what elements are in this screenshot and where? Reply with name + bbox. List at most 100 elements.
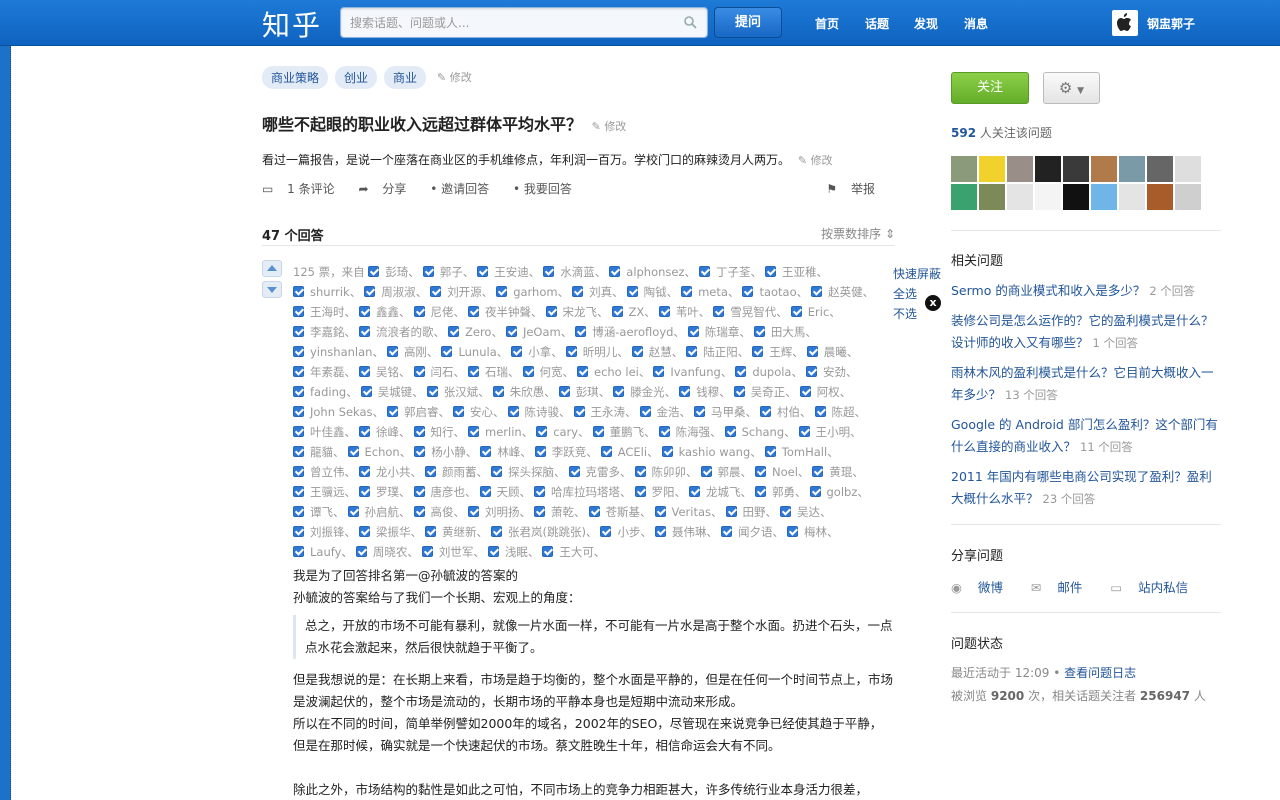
write-answer-link[interactable]: • 我要回答 bbox=[513, 182, 582, 196]
voter-item[interactable]: 王骥远、 bbox=[293, 482, 356, 502]
voter-checkbox[interactable] bbox=[764, 446, 776, 457]
voter-checkbox[interactable] bbox=[631, 346, 643, 357]
voter-item[interactable]: 水滴蓝、 bbox=[543, 262, 606, 282]
voter-item[interactable]: yinshanlan、 bbox=[293, 342, 384, 362]
voter-checkbox[interactable] bbox=[611, 306, 623, 317]
followers-count[interactable]: 592 人关注该问题 bbox=[951, 124, 1052, 141]
voter-item[interactable]: 浅眠、 bbox=[487, 542, 539, 562]
quick-block-link[interactable]: 快速屏蔽 bbox=[893, 264, 941, 284]
related-link[interactable]: 装修公司是怎么运作的？它的盈利模式是什么？设计师的收入又有哪些？ bbox=[951, 313, 1214, 350]
voter-item[interactable]: 刘振锋、 bbox=[293, 522, 356, 542]
voter-checkbox[interactable] bbox=[507, 406, 519, 417]
voter-checkbox[interactable] bbox=[694, 406, 706, 417]
share-email[interactable]: ✉ 邮件 bbox=[1031, 580, 1094, 595]
voter-item[interactable]: 吴奇正、 bbox=[733, 382, 797, 402]
voter-item[interactable]: 哈库拉玛塔塔、 bbox=[534, 482, 632, 502]
search-icon[interactable] bbox=[684, 16, 697, 29]
voter-checkbox[interactable] bbox=[293, 466, 304, 477]
voter-checkbox[interactable] bbox=[588, 506, 600, 517]
voter-item[interactable]: 林峰、 bbox=[480, 442, 532, 462]
voter-checkbox[interactable] bbox=[468, 366, 479, 377]
voter-checkbox[interactable] bbox=[359, 426, 370, 437]
voter-checkbox[interactable] bbox=[359, 366, 370, 377]
voter-checkbox[interactable] bbox=[425, 526, 436, 537]
voter-checkbox[interactable] bbox=[755, 466, 766, 477]
voter-checkbox[interactable] bbox=[811, 286, 823, 297]
voter-checkbox[interactable] bbox=[511, 346, 523, 357]
voter-item[interactable]: 赵慧、 bbox=[631, 342, 683, 362]
voter-item[interactable]: 闫石、 bbox=[413, 362, 465, 382]
voter-item[interactable]: 流浪者的歌、 bbox=[359, 322, 445, 342]
voter-item[interactable]: meta、 bbox=[681, 282, 739, 302]
voter-item[interactable]: 田野、 bbox=[725, 502, 777, 522]
voter-item[interactable]: 李嘉銘、 bbox=[293, 322, 356, 342]
follower-avatar[interactable] bbox=[1091, 184, 1117, 210]
voter-item[interactable]: Zero、 bbox=[448, 322, 503, 342]
voter-checkbox[interactable] bbox=[753, 326, 765, 337]
voter-item[interactable]: cary、 bbox=[536, 422, 590, 442]
close-icon[interactable]: x bbox=[925, 295, 941, 311]
voter-item[interactable]: 郭勇、 bbox=[755, 482, 807, 502]
voter-checkbox[interactable] bbox=[543, 266, 555, 277]
voter-checkbox[interactable] bbox=[558, 386, 570, 397]
voter-item[interactable]: 龍貓、 bbox=[293, 442, 345, 462]
voter-checkbox[interactable] bbox=[600, 526, 612, 537]
voter-checkbox[interactable] bbox=[733, 386, 745, 397]
voter-item[interactable]: 陈诗骏、 bbox=[507, 402, 571, 422]
voter-item[interactable]: 探头探脑、 bbox=[491, 462, 566, 482]
voter-checkbox[interactable] bbox=[491, 526, 502, 537]
voter-checkbox[interactable] bbox=[468, 426, 479, 437]
voter-item[interactable]: 石瑞、 bbox=[468, 362, 520, 382]
voter-checkbox[interactable] bbox=[654, 506, 666, 517]
voter-checkbox[interactable] bbox=[812, 466, 824, 477]
voter-checkbox[interactable] bbox=[448, 326, 459, 337]
voter-item[interactable]: 雪晃智代、 bbox=[713, 302, 788, 322]
voter-checkbox[interactable] bbox=[653, 366, 665, 377]
voter-checkbox[interactable] bbox=[790, 306, 802, 317]
voter-checkbox[interactable] bbox=[293, 286, 304, 297]
voter-checkbox[interactable] bbox=[814, 406, 826, 417]
upvote-button[interactable] bbox=[262, 260, 282, 277]
ask-button[interactable]: 提问 bbox=[714, 7, 782, 38]
voter-item[interactable]: 颜雨蓄、 bbox=[425, 462, 488, 482]
sort-dropdown[interactable]: 按票数排序 ⇕ bbox=[821, 225, 895, 244]
voter-item[interactable]: 聂伟琳、 bbox=[654, 522, 718, 542]
voter-checkbox[interactable] bbox=[658, 306, 670, 317]
voter-checkbox[interactable] bbox=[426, 386, 438, 397]
nav-home[interactable]: 首页 bbox=[815, 15, 839, 32]
voter-checkbox[interactable] bbox=[414, 446, 426, 457]
voter-checkbox[interactable] bbox=[413, 306, 425, 317]
voter-item[interactable]: 小步、 bbox=[600, 522, 652, 542]
user-avatar[interactable] bbox=[1112, 10, 1138, 36]
voter-item[interactable]: 张汉斌、 bbox=[426, 382, 490, 402]
voter-checkbox[interactable] bbox=[468, 306, 479, 317]
voter-checkbox[interactable] bbox=[487, 546, 499, 557]
edit-title-link[interactable]: ✎ 修改 bbox=[592, 120, 627, 133]
voter-item[interactable]: 鑫鑫、 bbox=[359, 302, 411, 322]
voter-checkbox[interactable] bbox=[430, 286, 442, 297]
voter-checkbox[interactable] bbox=[496, 286, 508, 297]
voter-checkbox[interactable] bbox=[421, 546, 433, 557]
follower-avatar[interactable] bbox=[979, 156, 1005, 182]
voter-checkbox[interactable] bbox=[613, 386, 625, 397]
voter-checkbox[interactable] bbox=[542, 546, 554, 557]
follow-button[interactable]: 关注 bbox=[951, 72, 1029, 104]
voter-checkbox[interactable] bbox=[735, 366, 747, 377]
voter-checkbox[interactable] bbox=[387, 406, 399, 417]
voter-checkbox[interactable] bbox=[359, 486, 370, 497]
voter-checkbox[interactable] bbox=[806, 346, 818, 357]
voter-checkbox[interactable] bbox=[577, 366, 588, 377]
share-pm[interactable]: ▭ 站内私信 bbox=[1110, 580, 1200, 595]
voter-checkbox[interactable] bbox=[634, 486, 646, 497]
voter-item[interactable]: 陈瑞章、 bbox=[687, 322, 751, 342]
follower-avatar[interactable] bbox=[1063, 156, 1089, 182]
follower-avatar[interactable] bbox=[1035, 184, 1061, 210]
voter-checkbox[interactable] bbox=[453, 406, 465, 417]
voter-checkbox[interactable] bbox=[699, 266, 711, 277]
voter-checkbox[interactable] bbox=[491, 466, 502, 477]
voter-item[interactable]: 龙城飞、 bbox=[689, 482, 752, 502]
voter-checkbox[interactable] bbox=[686, 346, 698, 357]
username[interactable]: 钢盅郭子 bbox=[1147, 15, 1195, 32]
voter-item[interactable]: TomHall、 bbox=[764, 442, 839, 462]
voter-checkbox[interactable] bbox=[689, 486, 700, 497]
